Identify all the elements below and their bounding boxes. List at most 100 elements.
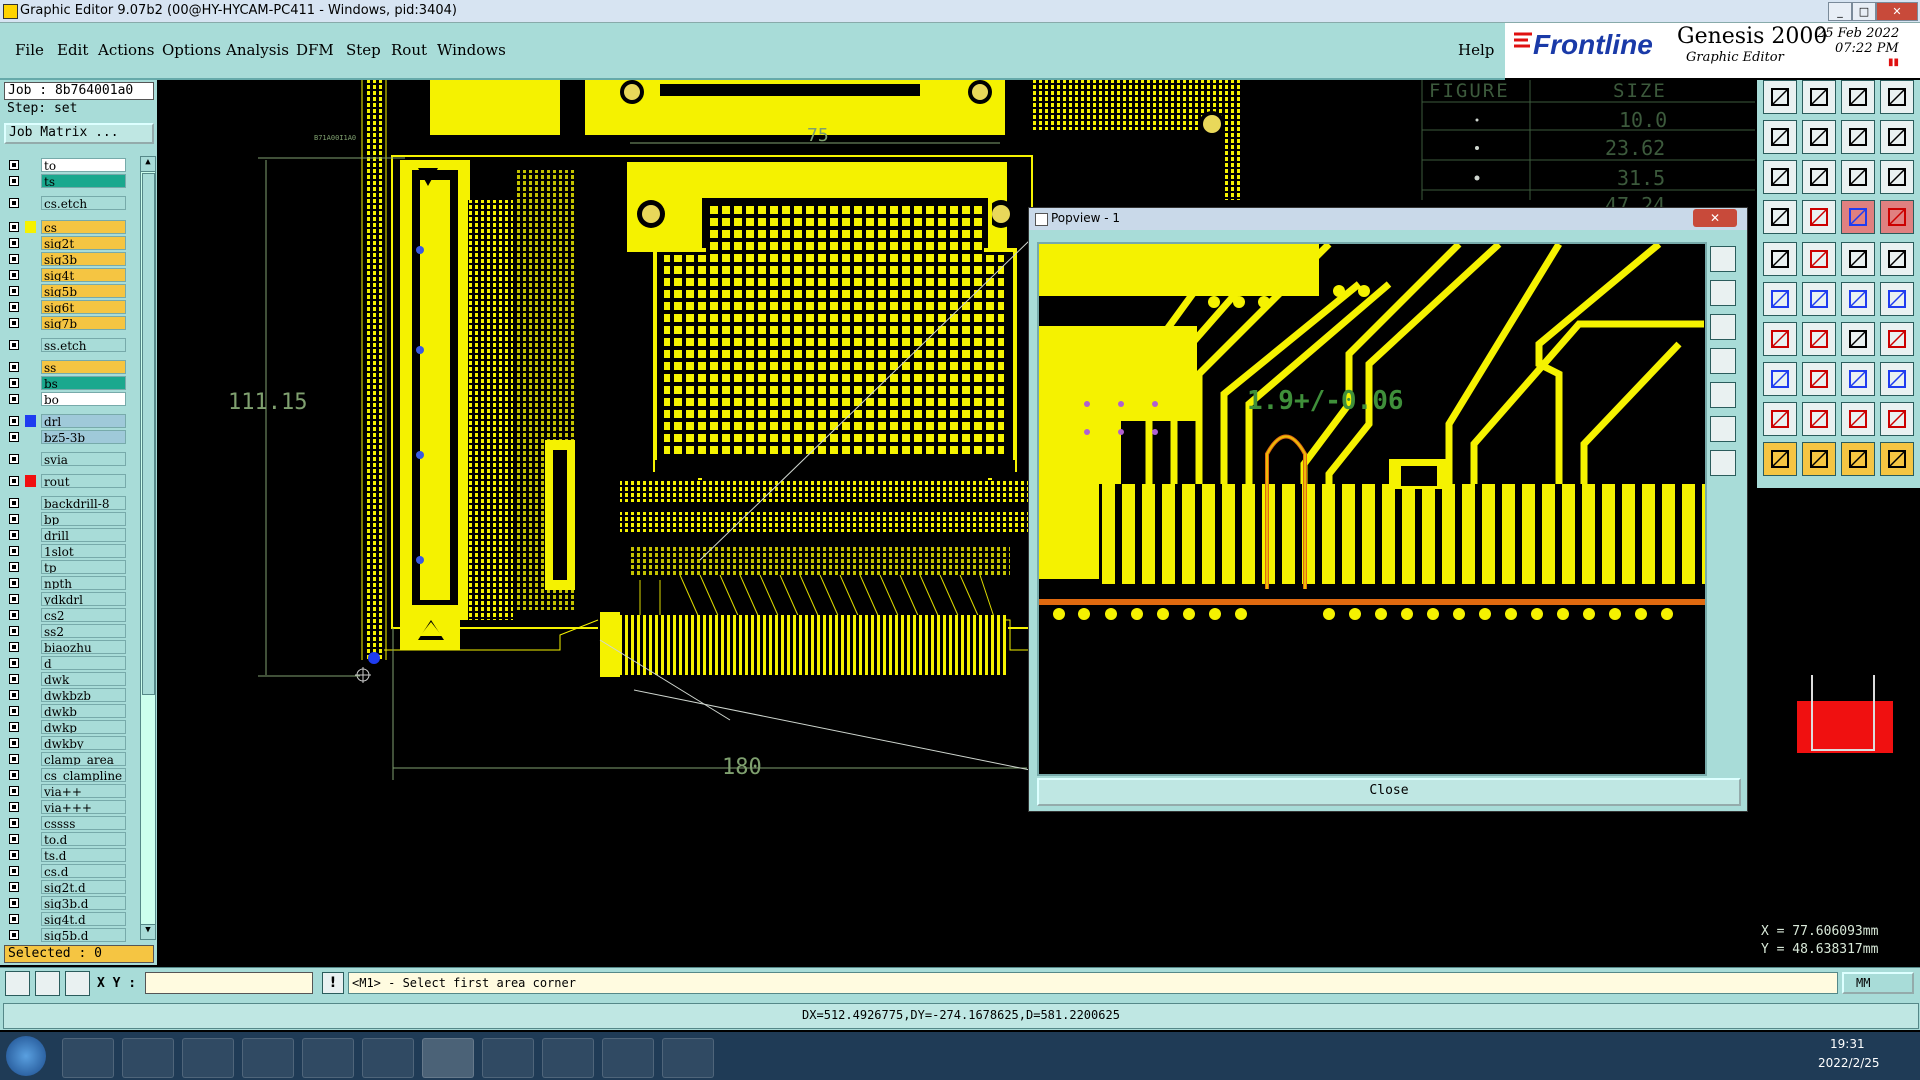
layer-name[interactable]: npth (41, 576, 126, 590)
layer-row[interactable]: to (3, 158, 128, 173)
layer-name[interactable]: sig6t (41, 300, 126, 314)
layer-checkbox[interactable] (9, 594, 19, 604)
menu-windows[interactable]: Windows (437, 41, 506, 59)
layer-row[interactable]: ss (3, 360, 128, 375)
layer-name[interactable]: dwkp (41, 720, 126, 734)
zoom-fit-icon[interactable] (1763, 160, 1797, 194)
scale-icon[interactable] (1841, 160, 1875, 194)
a-fill-icon[interactable] (1841, 402, 1875, 436)
layer-name[interactable]: ss (41, 360, 126, 374)
layer-color-swatch[interactable] (25, 673, 36, 685)
layer-name[interactable]: dwkby (41, 736, 126, 750)
layer-name[interactable]: bz5-3b (41, 430, 126, 444)
overview-minimap[interactable] (1757, 655, 1920, 767)
open-file-icon[interactable] (1763, 80, 1797, 114)
layer-row[interactable]: drl (3, 414, 128, 429)
layer-name[interactable]: drl (41, 414, 126, 428)
layer-name[interactable]: cs (41, 220, 126, 234)
layer-checkbox[interactable] (9, 530, 19, 540)
add-line-icon[interactable] (1802, 242, 1836, 276)
layer-color-swatch[interactable] (25, 453, 36, 465)
layer-row[interactable]: 1slot (3, 544, 128, 559)
layer-name[interactable]: backdrill-8 (41, 496, 126, 510)
layer-color-swatch[interactable] (25, 221, 36, 233)
layer-checkbox[interactable] (9, 578, 19, 588)
layer-checkbox[interactable] (9, 416, 19, 426)
layer-checkbox[interactable] (9, 866, 19, 876)
layer-name[interactable]: bs (41, 376, 126, 390)
layer-row[interactable]: svia (3, 452, 128, 467)
layer-name[interactable]: cs_clampline (41, 768, 126, 782)
add-pad-icon[interactable] (1763, 242, 1797, 276)
popview-zoom-out-icon[interactable] (1710, 280, 1736, 306)
menu-help[interactable]: Help (1458, 41, 1494, 59)
menu-options[interactable]: Options (162, 41, 221, 59)
layer-checkbox[interactable] (9, 898, 19, 908)
layer-name[interactable]: dwkbzb (41, 688, 126, 702)
taskbar-eye-icon[interactable] (362, 1038, 414, 1078)
layer-checkbox[interactable] (9, 786, 19, 796)
layer-checkbox[interactable] (9, 340, 19, 350)
layer-color-swatch[interactable] (25, 253, 36, 265)
zoom-center-icon[interactable] (1802, 160, 1836, 194)
menu-actions[interactable]: Actions (98, 41, 154, 59)
delete-icon[interactable] (1802, 282, 1836, 316)
layer-name[interactable]: ss.etch (41, 338, 126, 352)
taskbar-viewer-icon[interactable] (602, 1038, 654, 1078)
layer-color-swatch[interactable] (25, 785, 36, 797)
xy-input[interactable] (145, 972, 313, 994)
taskbar-genesis-icon[interactable] (422, 1038, 474, 1078)
layer-name[interactable]: sig7b (41, 316, 126, 330)
popview-pan-icon[interactable] (1710, 348, 1736, 374)
layer-checkbox[interactable] (9, 882, 19, 892)
layer-color-swatch[interactable] (25, 317, 36, 329)
layer-name[interactable]: via+++ (41, 800, 126, 814)
layer-color-swatch[interactable] (25, 689, 36, 701)
layers-icon[interactable] (1880, 120, 1914, 154)
layer-name[interactable]: sig5b (41, 284, 126, 298)
layer-checkbox[interactable] (9, 658, 19, 668)
layer-color-swatch[interactable] (25, 865, 36, 877)
layer-name[interactable]: sig5b.d (41, 928, 126, 942)
a-tool-icon[interactable] (1802, 402, 1836, 436)
layer-color-swatch[interactable] (25, 415, 36, 427)
layer-checkbox[interactable] (9, 362, 19, 372)
layer-color-swatch[interactable] (25, 159, 36, 171)
layer-checkbox[interactable] (9, 378, 19, 388)
popview-page-icon[interactable] (1710, 382, 1736, 408)
layer-name[interactable]: sig2t (41, 236, 126, 250)
layer-name[interactable]: to (41, 158, 126, 172)
layer-color-swatch[interactable] (25, 721, 36, 733)
menu-step[interactable]: Step (346, 41, 381, 59)
layer-checkbox[interactable] (9, 850, 19, 860)
layer-name[interactable]: via++ (41, 784, 126, 798)
arc-icon[interactable] (1841, 322, 1875, 356)
layer-color-swatch[interactable] (25, 705, 36, 717)
pad-edit-icon[interactable] (1763, 362, 1797, 396)
layer-row[interactable]: cs (3, 220, 128, 235)
layer-color-swatch[interactable] (25, 175, 36, 187)
layer-name[interactable]: sig4t (41, 268, 126, 282)
flip-icon[interactable] (1880, 282, 1914, 316)
layer-checkbox[interactable] (9, 754, 19, 764)
layer-color-swatch[interactable] (25, 431, 36, 443)
layer-row[interactable]: sig6t (3, 300, 128, 315)
menu-analysis[interactable]: Analysis (226, 41, 289, 59)
layer-row[interactable]: sig2t.d (3, 880, 128, 895)
taskbar-pointer-icon[interactable] (662, 1038, 714, 1078)
mark-icon[interactable] (1880, 242, 1914, 276)
layer-checkbox[interactable] (9, 738, 19, 748)
layer-color-swatch[interactable] (25, 339, 36, 351)
measure-icon[interactable] (1841, 242, 1875, 276)
taskbar-app-icon[interactable] (182, 1038, 234, 1078)
layer-checkbox[interactable] (9, 432, 19, 442)
line-draw-icon[interactable] (1763, 322, 1797, 356)
layer-color-swatch[interactable] (25, 609, 36, 621)
layer-checkbox[interactable] (9, 394, 19, 404)
layer-row[interactable]: cs2 (3, 608, 128, 623)
layer-row[interactable]: to.d (3, 832, 128, 847)
layer-color-swatch[interactable] (25, 237, 36, 249)
layer-color-swatch[interactable] (25, 897, 36, 909)
layer-color-swatch[interactable] (25, 377, 36, 389)
layer-checkbox[interactable] (9, 498, 19, 508)
